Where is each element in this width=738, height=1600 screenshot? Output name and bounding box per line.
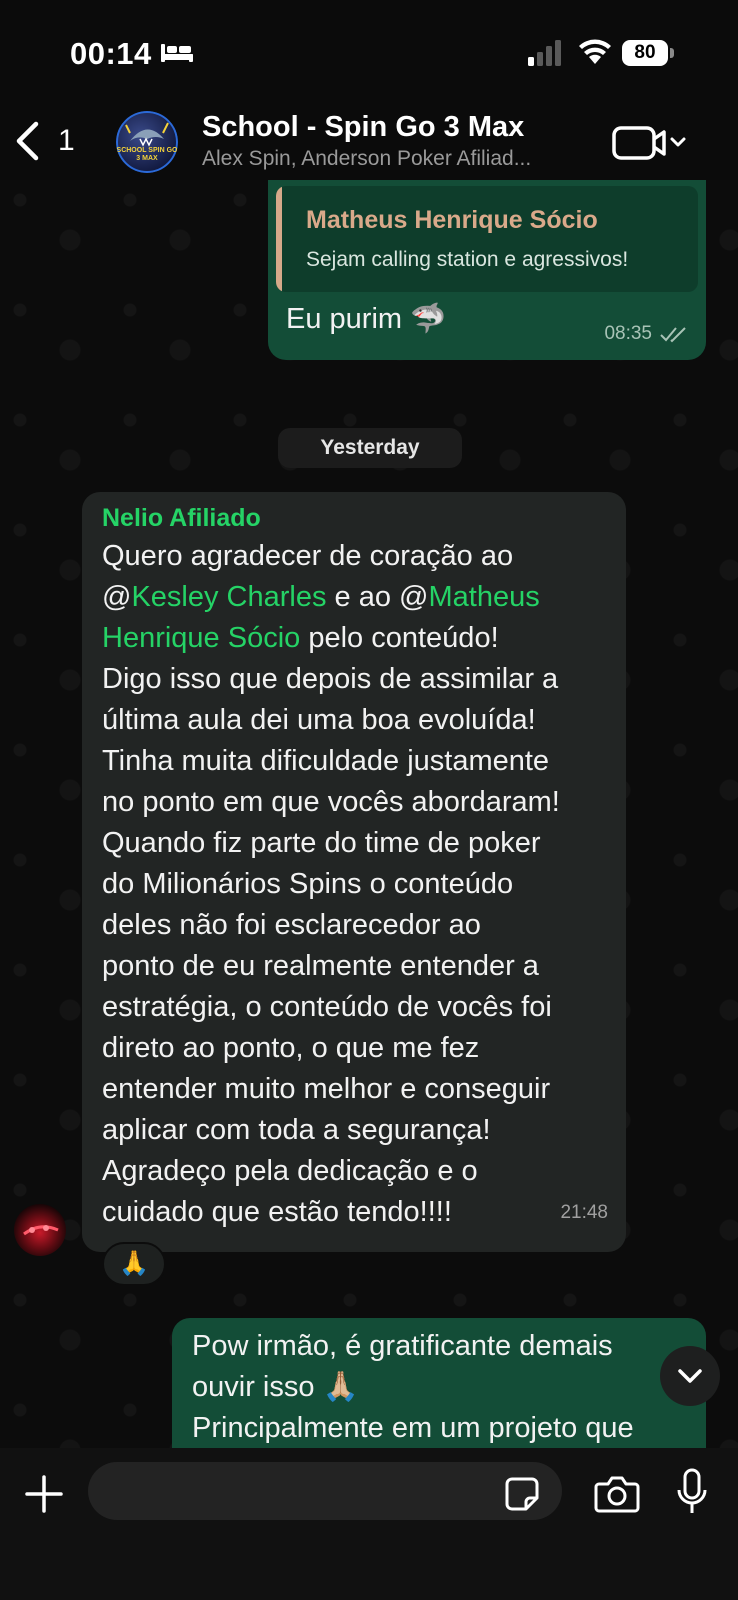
outgoing-message[interactable]: Matheus Henrique Sócio Sejam calling sta… [268,180,706,360]
microphone-icon[interactable] [676,1468,708,1516]
quote-author: Matheus Henrique Sócio [306,206,598,234]
video-call-button[interactable] [612,123,692,163]
message-input[interactable] [88,1462,562,1520]
message-line: Quero agradecer de coração ao [102,540,514,572]
message-line: do Milionários Spins o conteúdo [102,868,514,900]
chevron-down-icon [678,1369,702,1383]
unread-count: 1 [58,124,75,157]
message-time: 21:48 [560,1202,608,1223]
message-line: Agradeço pela dedicação e o [102,1155,478,1187]
date-separator: Yesterday [278,428,462,468]
message-line: Quando fiz parte do time de poker [102,827,541,859]
quote-text: Sejam calling station e agressivos! [306,248,629,271]
sender-avatar[interactable] [14,1204,66,1256]
message-line: estratégia, o conteúdo de vocês foi [102,991,552,1023]
scroll-to-bottom-button[interactable] [660,1346,720,1406]
mention-matheus-henrique-socio[interactable]: Matheus [429,581,540,613]
cellular-signal-icon [528,40,561,66]
quoted-message[interactable]: Matheus Henrique Sócio Sejam calling sta… [276,186,698,292]
mention-kesley-charles[interactable]: Kesley Charles [131,581,326,613]
message-line: Principalmente em um projeto que [192,1412,634,1444]
message-time: 08:35 [604,323,652,344]
wifi-icon [579,39,611,64]
avatar-label: SCHOOL SPIN GO 3 MAX [116,147,178,162]
message-meta: 08:35 [604,323,688,345]
status-time: 00:14 [70,36,152,71]
mention-matheus-henrique-socio-cont[interactable]: Henrique Sócio [102,622,300,654]
message-text: Quero agradecer de coração ao @Kesley Ch… [102,536,622,1233]
message-line: direto ao ponto, o que me fez [102,1032,480,1064]
mention-at: @ [399,581,429,613]
sticker-icon[interactable] [504,1476,540,1512]
message-text: Pow irmão, é gratificante demais ouvir i… [192,1326,634,1449]
video-camera-icon [612,126,686,160]
message-line: Digo isso que depois de assimilar a [102,663,559,695]
message-line: Tinha muita dificuldade justamente [102,745,550,777]
quote-accent-bar [276,186,282,292]
sender-name[interactable]: Nelio Afiliado [102,504,261,533]
avatar-image-icon [23,1225,59,1236]
reaction-badge[interactable]: 🙏 [102,1242,166,1286]
message-line: Pow irmão, é gratificante demais [192,1330,613,1362]
message-line: ouvir isso 🙏🏼 [192,1371,359,1403]
message-line: ponto de eu realmente entender a [102,950,539,982]
chat-participants[interactable]: Alex Spin, Anderson Poker Afiliad... [202,147,531,171]
message-fragment: e ao [326,581,400,613]
incoming-message[interactable]: Nelio Afiliado Quero agradecer de coraçã… [82,492,626,1252]
message-fragment: pelo conteúdo! [300,622,499,654]
status-bar: 00:14 80 [0,0,738,105]
shark-logo-icon [116,111,178,173]
battery-tip [670,48,674,58]
chat-title[interactable]: School - Spin Go 3 Max [202,111,524,144]
chat-header: 1 SCHOOL SPIN GO 3 MAX School - Spin Go … [0,105,738,180]
message-text: Eu purim 🦈 [286,303,447,335]
composer-bar [0,1448,738,1600]
message-line: no ponto em que vocês abordaram! [102,786,560,818]
message-line: última aula dei uma boa evoluída! [102,704,536,736]
double-check-icon [660,327,686,343]
mention-at: @ [102,581,132,613]
message-line: aplicar com toda a segurança! [102,1114,491,1146]
plus-icon[interactable] [24,1474,64,1514]
back-button[interactable]: 1 [14,117,75,165]
message-line: entender muito melhor e conseguir [102,1073,551,1105]
camera-icon[interactable] [594,1474,640,1514]
message-line: deles não foi esclarecedor ao [102,909,481,941]
message-line: Henrique Sócio pelo conteúdo! [102,618,622,659]
chevron-left-icon [16,121,39,161]
message-line: cuidado que estão tendo!!!! [102,1196,452,1228]
outgoing-message[interactable]: Pow irmão, é gratificante demais ouvir i… [172,1318,706,1458]
battery-indicator: 80 [622,40,668,66]
group-avatar[interactable]: SCHOOL SPIN GO 3 MAX [116,111,178,173]
message-line: @Kesley Charles e ao @Matheus [102,577,622,618]
sleep-focus-icon [161,44,193,62]
